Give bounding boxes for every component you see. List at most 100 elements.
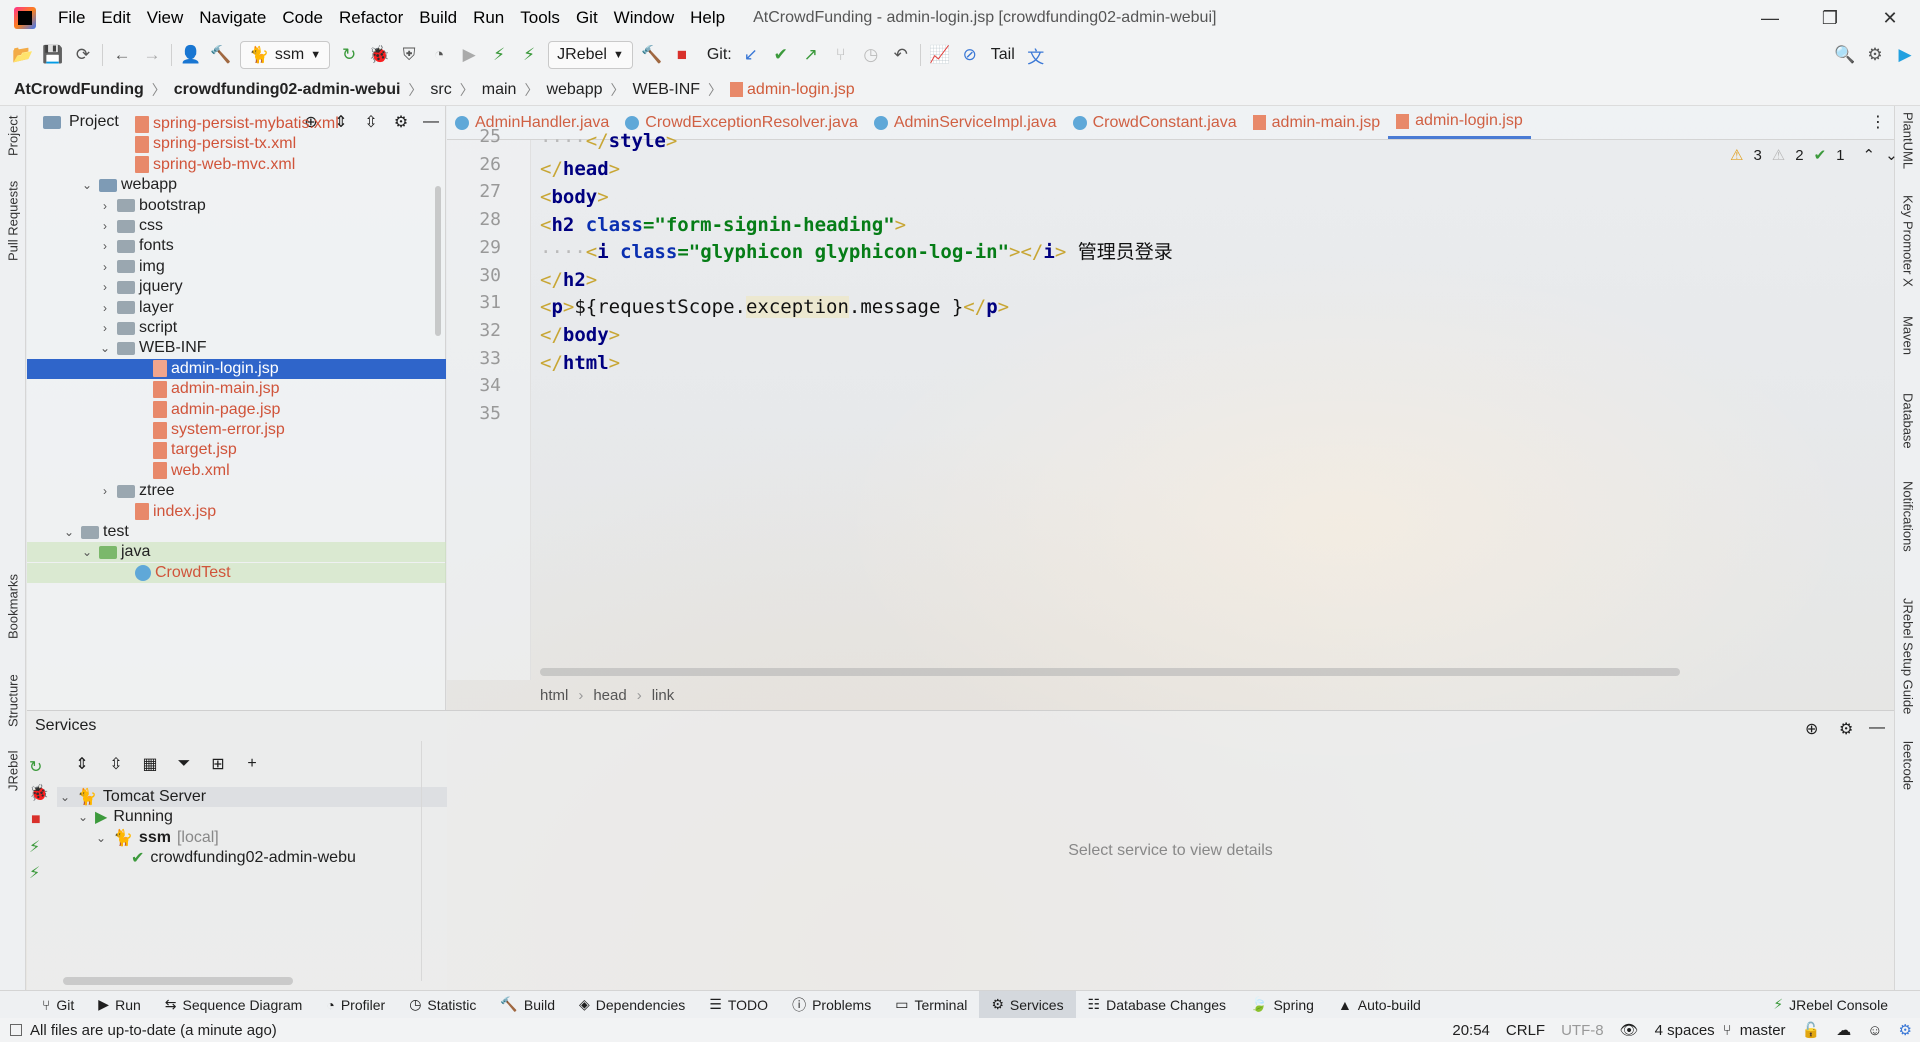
tree-item[interactable]: › script [27,318,446,338]
editor-tab[interactable]: admin-main.jsp [1245,106,1388,139]
minimize-button[interactable]: — [1740,0,1800,36]
chevron-down-icon[interactable]: ⌄ [61,525,77,539]
history-icon[interactable]: ◷ [856,40,886,70]
menu-code[interactable]: Code [274,0,331,36]
git-branch[interactable]: master [1740,1022,1786,1039]
breadcrumb-item[interactable]: main [482,81,517,99]
lock-icon[interactable]: 🔓 [1802,1021,1821,1039]
jrebel-run-icon[interactable]: ⚡ [29,837,40,857]
project-scrollbar[interactable] [435,186,441,336]
menu-help[interactable]: Help [682,0,733,36]
smiley-icon[interactable]: ☺ [1867,1022,1882,1039]
editor-breadcrumb-item[interactable]: head [593,687,626,704]
service-tree-item[interactable]: ✔ crowdfunding02-admin-webu [57,848,447,868]
menu-run[interactable]: Run [465,0,512,36]
tree-item[interactable]: › css [27,216,446,236]
jrebel-select[interactable]: JRebel ▼ [548,41,633,69]
tree-item[interactable]: ⌄ test [27,522,446,542]
rerun-icon[interactable]: ↻ [334,40,364,70]
editor-tab[interactable]: admin-login.jsp [1388,106,1531,139]
breadcrumb-item[interactable]: WEB-INF [632,81,700,99]
tool-tab-notifications[interactable]: Notifications [1895,471,1920,561]
expand-all-icon[interactable]: ⇕ [67,754,97,774]
tree-item[interactable]: › img [27,257,446,277]
bottom-tab-terminal[interactable]: ▭ Terminal [883,991,979,1019]
stop-icon[interactable]: ■ [667,40,697,70]
open-folder-icon[interactable]: 📂 [8,40,38,70]
git-update-icon[interactable]: ↙ [736,40,766,70]
chevron-right-icon[interactable]: › [97,219,113,233]
chevron-down-icon[interactable]: ⌄ [57,790,73,804]
menu-edit[interactable]: Edit [93,0,138,36]
bottom-tab-auto-build[interactable]: ▲ Auto-build [1326,991,1433,1019]
menu-build[interactable]: Build [411,0,465,36]
chevron-down-icon[interactable]: ⌄ [79,545,95,559]
tree-item[interactable]: spring-persist-mybatis.xml [27,114,446,134]
indent-setting[interactable]: 4 spaces [1655,1022,1715,1039]
user-icon[interactable]: 👤 [176,40,206,70]
tool-tab-structure[interactable]: Structure [0,661,26,741]
filter-icon[interactable]: ⏷ [169,755,199,773]
forward-icon[interactable]: → [137,40,167,70]
group-by-icon[interactable]: ▦ [135,754,165,774]
menu-git[interactable]: Git [568,0,606,36]
service-tree-item[interactable]: ⌄ 🐈 ssm [local] [57,828,447,848]
tool-tab-jrebel-setup-guide[interactable]: JRebel Setup Guide [1895,596,1920,716]
restore-button[interactable]: ❐ [1800,0,1860,36]
tree-item[interactable]: CrowdTest [27,562,446,583]
hide-icon[interactable]: — [1869,719,1885,737]
chart-icon[interactable]: 📈 [925,40,955,70]
close-button[interactable]: ✕ [1860,0,1920,36]
tree-item[interactable]: ⌄ webapp [27,175,446,195]
service-tree-item[interactable]: ⌄ ▶ Running [57,807,447,827]
tree-item[interactable]: admin-login.jsp [27,358,446,379]
tree-item[interactable]: spring-persist-tx.xml [27,134,446,154]
run-config-select[interactable]: 🐈 ssm ▼ [240,41,331,69]
tree-item[interactable]: target.jsp [27,440,446,460]
breadcrumb-item[interactable]: AtCrowdFunding [14,81,144,99]
bottom-tab-run[interactable]: ▶ Run [86,991,152,1019]
coverage-icon[interactable]: ⛨ [394,40,424,70]
eye-icon[interactable]: 👁 [1620,1021,1639,1039]
editor-breadcrumb-item[interactable]: link [652,687,675,704]
chevron-down-icon[interactable]: ⌄ [1885,146,1898,164]
code-with-me-icon[interactable]: ▶ [1890,40,1920,70]
bottom-tab-git[interactable]: ⑂ Git [30,991,86,1019]
tree-item[interactable]: admin-main.jsp [27,379,446,399]
back-icon[interactable]: ← [107,40,137,70]
jrebel-debug-icon[interactable]: ⚡ [29,863,40,883]
rerun-icon[interactable]: ↻ [29,757,42,777]
profile-icon[interactable]: ◔ [424,40,454,70]
tool-tab-bookmarks[interactable]: Bookmarks [0,561,26,651]
menu-tools[interactable]: Tools [512,0,568,36]
menu-window[interactable]: Window [606,0,682,36]
settings-icon[interactable]: ⚙ [1860,40,1890,70]
tree-item[interactable]: › fonts [27,236,446,256]
chevron-right-icon[interactable]: › [97,301,113,315]
translate-icon[interactable]: 文 [1021,40,1051,70]
tree-item[interactable]: › ztree [27,481,446,501]
gear-icon[interactable]: ⚙ [1899,1021,1912,1039]
tree-item[interactable]: ⌄ java [27,542,446,563]
chevron-down-icon[interactable]: ⌄ [75,810,91,824]
git-commit-icon[interactable]: ✔ [766,40,796,70]
bottom-tab-problems[interactable]: ⓘ Problems [780,991,883,1019]
chevron-right-icon[interactable]: › [97,484,113,498]
tree-item[interactable]: web.xml [27,461,446,481]
debug-icon[interactable]: 🐞 [364,40,394,70]
menu-navigate[interactable]: Navigate [191,0,274,36]
tool-tab-maven[interactable]: Maven [1895,306,1920,366]
more-tabs-icon[interactable]: ⋮ [1870,112,1886,132]
breadcrumb-item[interactable]: src [430,81,451,99]
cloud-icon[interactable]: ☁ [1836,1021,1851,1039]
tool-tab-plantuml[interactable]: PlantUML [1895,106,1920,176]
tree-item[interactable]: admin-page.jsp [27,400,446,420]
save-icon[interactable]: 💾 [38,40,68,70]
chevron-right-icon[interactable]: › [97,321,113,335]
menu-refactor[interactable]: Refactor [331,0,411,36]
chevron-down-icon[interactable]: ⌄ [97,341,113,355]
chevron-right-icon[interactable]: › [97,260,113,274]
bottom-tab-statistic[interactable]: ◷ Statistic [397,991,488,1019]
tree-item[interactable]: index.jsp [27,502,446,522]
sync-icon[interactable]: ⟳ [68,40,98,70]
